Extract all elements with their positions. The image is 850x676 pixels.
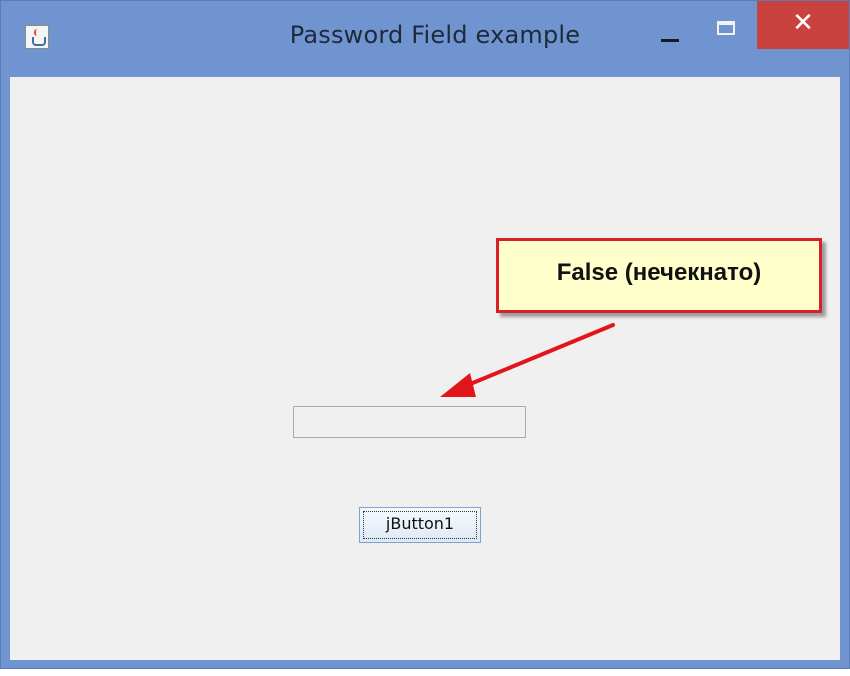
title-bar[interactable]: Password Field example ✕ [1,1,849,77]
jbutton1-label: jButton1 [385,514,455,533]
application-window: Password Field example ✕ jButton1 [0,0,850,669]
close-icon: ✕ [792,8,814,38]
annotation-text: False (нечекнато) [556,259,762,286]
password-field[interactable] [293,406,526,438]
maximize-button[interactable] [706,15,746,51]
close-button[interactable]: ✕ [757,1,849,49]
content-panel: jButton1 [10,77,840,660]
jbutton1[interactable]: jButton1 [359,507,481,543]
minimize-button[interactable] [653,15,693,51]
maximize-icon [717,21,735,35]
annotation-callout: False (нечекнато) [496,238,822,313]
minimize-icon [661,39,679,42]
